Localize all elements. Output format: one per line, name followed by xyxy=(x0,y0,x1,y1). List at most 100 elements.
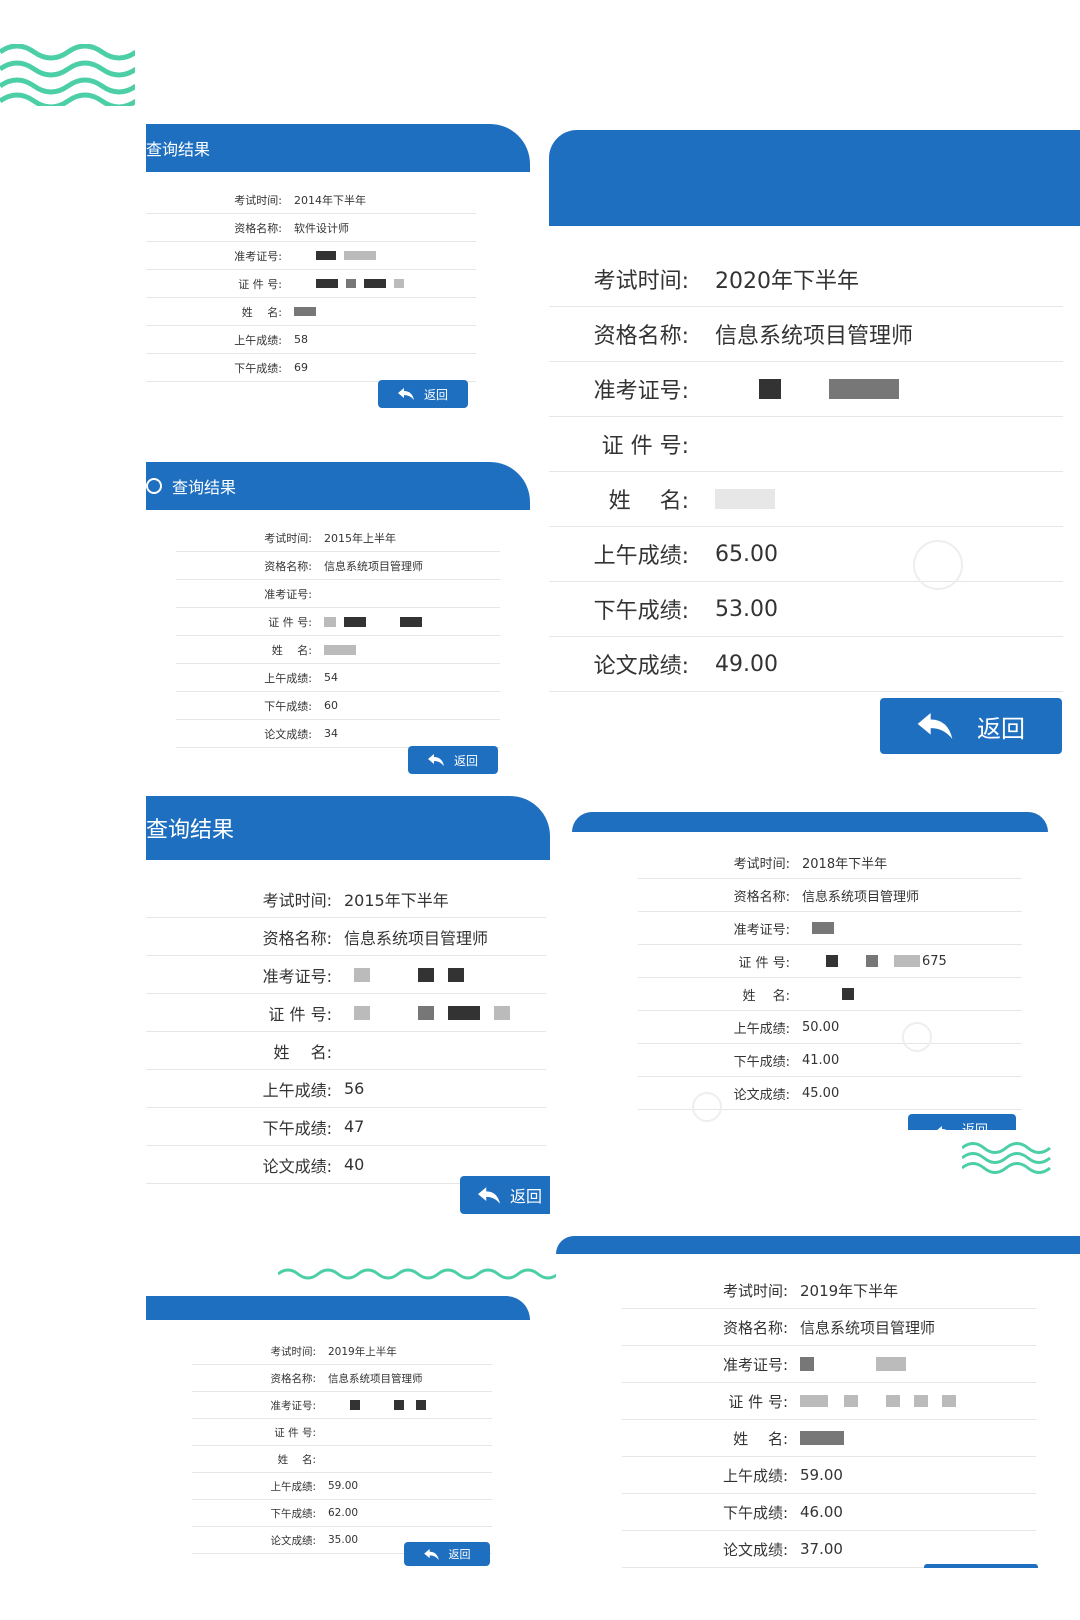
row-name: 姓 名: xyxy=(549,472,1063,527)
label-qualification: 资格名称: xyxy=(270,1372,316,1385)
card-header: 查询结果 xyxy=(146,796,550,860)
label-id-no: 证 件 号: xyxy=(738,955,790,971)
back-label: 返回 xyxy=(423,387,448,402)
label-essay: 论文成绩: xyxy=(264,727,312,741)
row-id-no: 证 件 号: xyxy=(549,417,1063,472)
label-name: 姓 名: xyxy=(742,988,790,1004)
wave-decoration-right xyxy=(962,1142,1051,1174)
row-qualification: 资格名称: 软件设计师 xyxy=(146,214,476,242)
label-ticket-no: 准考证号: xyxy=(722,1355,788,1374)
row-name: 姓 名: xyxy=(146,298,476,326)
value-ticket-no-redacted xyxy=(790,922,842,934)
value-id-no-suffix: 675 xyxy=(922,953,947,969)
back-button[interactable]: 返回 xyxy=(378,380,468,408)
value-essay: 45.00 xyxy=(802,1085,840,1101)
row-morning: 上午成绩: 59.00 xyxy=(192,1473,492,1500)
label-qualification: 资格名称: xyxy=(733,889,790,905)
card-header xyxy=(556,1236,1080,1254)
label-exam-time: 考试时间: xyxy=(234,193,282,207)
value-id-no: 675 xyxy=(790,954,947,969)
back-button[interactable]: 返回 xyxy=(908,1114,1016,1130)
row-id-no: 证 件 号: 675 xyxy=(638,945,1022,978)
label-name: 姓 名: xyxy=(271,643,312,657)
label-qualification: 资格名称: xyxy=(262,928,332,948)
result-rows: 考试时间: 2019年下半年 资格名称: 信息系统项目管理师 准考证号: 证 件 号… xyxy=(622,1272,1036,1568)
label-ticket-no: 准考证号: xyxy=(733,922,790,938)
value-ticket-no-redacted xyxy=(332,967,472,982)
result-rows: 考试时间: 2014年下半年 资格名称: 软件设计师 准考证号: 证 件 号: 姓 … xyxy=(146,186,476,382)
label-ticket-no: 准考证号: xyxy=(262,966,332,986)
value-morning: 59.00 xyxy=(328,1480,359,1492)
label-afternoon: 下午成绩: xyxy=(234,361,282,375)
value-exam-time: 2018年下半年 xyxy=(802,856,888,872)
row-ticket-no: 准考证号: xyxy=(622,1346,1036,1383)
value-morning: 50.00 xyxy=(802,1019,840,1035)
label-morning: 上午成绩: xyxy=(270,1480,316,1493)
label-afternoon: 下午成绩: xyxy=(262,1118,332,1138)
value-morning: 59.00 xyxy=(800,1466,843,1484)
result-rows: 考试时间: 2019年上半年 资格名称: 信息系统项目管理师 准考证号: 证 件 号… xyxy=(192,1338,492,1554)
loading-circle xyxy=(692,1092,722,1122)
back-button[interactable] xyxy=(924,1564,1038,1568)
row-ticket-no: 准考证号: xyxy=(146,242,476,270)
value-exam-time: 2014年下半年 xyxy=(294,193,366,207)
back-label: 返回 xyxy=(510,1187,543,1206)
value-ticket-no-redacted xyxy=(689,379,907,399)
label-ticket-no: 准考证号: xyxy=(593,379,689,404)
label-id-no: 证 件 号: xyxy=(601,434,689,459)
value-exam-time: 2020年下半年 xyxy=(715,269,859,294)
row-qualification: 资格名称: 信息系统项目管理师 xyxy=(622,1309,1036,1346)
header-title: 查询结果 xyxy=(146,818,235,843)
value-afternoon: 41.00 xyxy=(802,1052,840,1068)
card-header: 查询结果 xyxy=(146,124,530,172)
row-exam-time: 考试时间: 2014年下半年 xyxy=(146,186,476,214)
value-qualification: 信息系统项目管理师 xyxy=(800,1318,936,1337)
value-qualification: 信息系统项目管理师 xyxy=(715,324,914,349)
back-button[interactable]: 返回 xyxy=(460,1176,550,1214)
value-exam-time: 2019年下半年 xyxy=(800,1281,899,1300)
value-essay: 40 xyxy=(344,1155,365,1174)
row-id-no: 证 件 号: xyxy=(176,608,500,636)
row-exam-time: 考试时间: 2019年下半年 xyxy=(622,1272,1036,1309)
value-afternoon: 60 xyxy=(324,699,338,712)
wave-decoration-middle xyxy=(278,1268,584,1280)
back-arrow-icon xyxy=(478,1186,500,1204)
label-name: 姓 名: xyxy=(241,305,282,319)
row-essay: 论文成绩: 37.00 xyxy=(622,1531,1036,1568)
value-ticket-no-redacted xyxy=(788,1357,914,1371)
label-qualification: 资格名称: xyxy=(722,1318,788,1337)
label-exam-time: 考试时间: xyxy=(264,531,312,545)
back-button[interactable]: 返回 xyxy=(404,1542,490,1566)
label-morning: 上午成绩: xyxy=(262,1080,332,1100)
back-label: 返回 xyxy=(448,1548,471,1561)
row-qualification: 资格名称: 信息系统项目管理师 xyxy=(146,918,546,956)
value-morning: 56 xyxy=(344,1079,365,1098)
row-name: 姓 名: xyxy=(638,978,1022,1011)
row-exam-time: 考试时间: 2015年上半年 xyxy=(176,524,500,552)
value-afternoon: 62.00 xyxy=(328,1507,359,1519)
label-ticket-no: 准考证号: xyxy=(264,587,312,601)
back-button[interactable]: 返回 xyxy=(880,698,1062,754)
row-afternoon: 下午成绩: 53.00 xyxy=(549,582,1063,637)
value-name-redacted xyxy=(312,644,364,655)
row-ticket-no: 准考证号: xyxy=(192,1392,492,1419)
row-exam-time: 考试时间: 2015年下半年 xyxy=(146,880,546,918)
row-afternoon: 下午成绩: 60 xyxy=(176,692,500,720)
row-qualification: 资格名称: 信息系统项目管理师 xyxy=(638,879,1022,912)
row-name: 姓 名: xyxy=(176,636,500,664)
label-essay: 论文成绩: xyxy=(262,1156,332,1176)
row-qualification: 资格名称: 信息系统项目管理师 xyxy=(192,1365,492,1392)
row-name: 姓 名: xyxy=(192,1446,492,1473)
value-afternoon: 69 xyxy=(294,361,308,374)
row-id-no: 证 件 号: xyxy=(146,270,476,298)
row-afternoon: 下午成绩: 69 xyxy=(146,354,476,382)
label-qualification: 资格名称: xyxy=(264,559,312,573)
value-name-redacted xyxy=(790,988,862,1000)
back-button[interactable]: 返回 xyxy=(408,746,498,774)
label-afternoon: 下午成绩: xyxy=(264,699,312,713)
card-header: 查询结果 xyxy=(146,462,530,510)
label-afternoon: 下午成绩: xyxy=(722,1503,788,1522)
value-id-no-redacted xyxy=(312,616,430,627)
label-essay: 论文成绩: xyxy=(593,654,689,679)
label-essay: 论文成绩: xyxy=(722,1540,788,1559)
